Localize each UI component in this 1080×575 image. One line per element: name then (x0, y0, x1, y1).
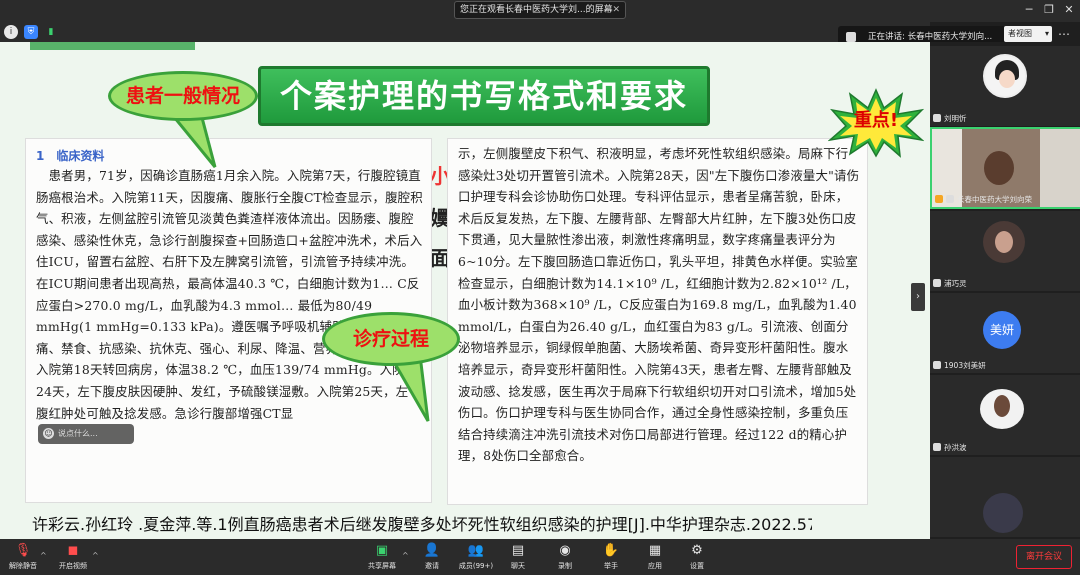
info-icon[interactable]: i (4, 25, 18, 39)
participant-panel: 刘明忻 长春中医药大学刘向荣 浦巧灵 美妍 1903刘美妍 孙洪波 (930, 42, 1080, 539)
microphone-icon (946, 195, 954, 203)
microphone-muted-icon (933, 361, 941, 369)
microphone-muted-icon (933, 279, 941, 287)
avatar (983, 221, 1025, 263)
participant-tile[interactable] (930, 457, 1080, 537)
view-mode-label: 者视图 (1008, 29, 1032, 38)
speaking-text: 正在讲话: 长春中医药大学刘向... (868, 32, 993, 42)
signal-icon[interactable]: ▮ (44, 25, 58, 39)
callout-general-info: 患者一般情况 (108, 71, 258, 121)
record-button[interactable]: ◉ 录制 (546, 541, 584, 571)
close-window-icon[interactable]: ✕ (1062, 3, 1076, 17)
citation: 许彩云.孙红玲 .夏金萍.等.1例直肠癌患者术后继发腹壁多处坏死性软组织感染的护… (32, 515, 812, 534)
avatar: 美妍 (983, 311, 1021, 349)
restore-icon[interactable]: ❐ (1042, 3, 1056, 17)
gear-icon: ⚙ (691, 543, 703, 558)
share-screen-icon: ▣ (375, 543, 389, 558)
members-icon: 👥 (467, 543, 485, 558)
chevron-up-icon[interactable]: ^ (402, 551, 409, 560)
person-icon (935, 195, 943, 203)
chevron-up-icon[interactable]: ^ (40, 551, 47, 560)
chevron-down-icon: ▾ (1044, 29, 1049, 38)
more-icon[interactable]: ⋯ (1058, 27, 1070, 41)
leave-meeting-button[interactable]: 离开会议 (1016, 545, 1072, 569)
shield-icon[interactable]: ⛨ (24, 25, 38, 39)
screen-share-banner[interactable]: 您正在观看长春中医药大学刘...的屏幕 ✕ (454, 1, 626, 19)
members-button[interactable]: 👥 成员(99+) (454, 541, 498, 571)
section-heading: 1 临床资料 (36, 149, 105, 163)
participant-tile[interactable]: 孙洪波 (930, 375, 1080, 455)
close-icon[interactable]: ✕ (612, 2, 620, 18)
add-user-icon: 👤 (423, 543, 441, 558)
view-mode-button[interactable]: 者视图 ▾ (1004, 26, 1052, 42)
microphone-muted-icon: 🎙 (14, 543, 32, 558)
participant-tile[interactable]: 浦巧灵 (930, 211, 1080, 291)
emphasis-label: 重点! (853, 110, 899, 131)
meeting-info-bar: i ⛨ ▮ (0, 22, 930, 42)
shared-slide: 小 嬽д 面 1 临床资料 患者男，71岁，因确诊直肠癌1月余入院。入院第7天，… (0, 42, 930, 539)
case-text-left: 患者男，71岁，因确诊直肠癌1月余入院。入院第7天，行腹腔镜直肠癌根治术。入院第… (36, 168, 423, 421)
smile-icon: ☺ (43, 428, 54, 439)
avatar (983, 493, 1023, 533)
minimize-icon[interactable]: ─ (1022, 3, 1036, 17)
apps-button[interactable]: ▦ 应用 (636, 541, 674, 571)
hand-icon: ✋ (602, 543, 620, 558)
unmute-button[interactable]: 🎙 解除静音 (4, 541, 42, 571)
avatar (983, 54, 1027, 98)
record-icon: ◉ (559, 543, 571, 558)
participant-tile-active[interactable]: 长春中医药大学刘向荣 (930, 127, 1080, 209)
share-banner-text: 您正在观看长春中医药大学刘...的屏幕 (460, 5, 613, 15)
chevron-up-icon[interactable]: ^ (92, 551, 99, 560)
avatar (980, 389, 1024, 429)
invite-button[interactable]: 👤 邀请 (413, 541, 451, 571)
raise-hand-button[interactable]: ✋ 举手 (592, 541, 630, 571)
participant-name: 孙洪波 (933, 442, 967, 453)
case-text-right: 示，左侧腹壁皮下积气、积液明显，考虑坏死性软组织感染。局麻下行感染灶3处切开置管… (458, 146, 860, 464)
chat-button[interactable]: ▤ 聊天 (499, 541, 537, 571)
chat-placeholder: 说点什么... (58, 429, 98, 438)
share-screen-button[interactable]: ▣ 共享屏幕 (363, 541, 401, 571)
avatar (984, 151, 1014, 185)
meeting-toolbar: 🎙 解除静音 ^ ◼ 开启视频 ^ ▣ 共享屏幕 ^ 👤 邀请 👥 成员(99+) ▤ 聊天… (0, 539, 1080, 575)
slide-title: 个案护理的书写格式和要求 (258, 66, 710, 126)
chat-input-pill[interactable]: ☺ 说点什么... (38, 424, 134, 444)
settings-button[interactable]: ⚙ 设置 (678, 541, 716, 571)
collapse-panel-button[interactable]: › (911, 283, 925, 311)
participant-tile[interactable]: 美妍 1903刘美妍 (930, 293, 1080, 373)
participant-name: 刘明忻 (933, 113, 967, 124)
slide-accent-bar (30, 42, 195, 50)
participant-name: 长春中医药大学刘向荣 (935, 194, 1032, 205)
participant-name: 浦巧灵 (933, 278, 967, 289)
microphone-muted-icon (933, 443, 941, 451)
participant-name: 1903刘美妍 (933, 360, 986, 371)
chat-icon: ▤ (511, 543, 525, 558)
apps-icon: ▦ (648, 543, 662, 558)
microphone-muted-icon (933, 114, 941, 122)
camera-off-icon: ◼ (67, 543, 79, 558)
article-page-right: 示，左侧腹壁皮下积气、积液明显，考虑坏死性软组织感染。局麻下行感染灶3处切开置管… (447, 138, 868, 505)
participant-tile[interactable]: 刘明忻 (930, 46, 1080, 126)
microphone-icon (846, 32, 856, 42)
start-video-button[interactable]: ◼ 开启视频 (54, 541, 92, 571)
callout-treatment: 诊疗过程 (322, 312, 460, 366)
